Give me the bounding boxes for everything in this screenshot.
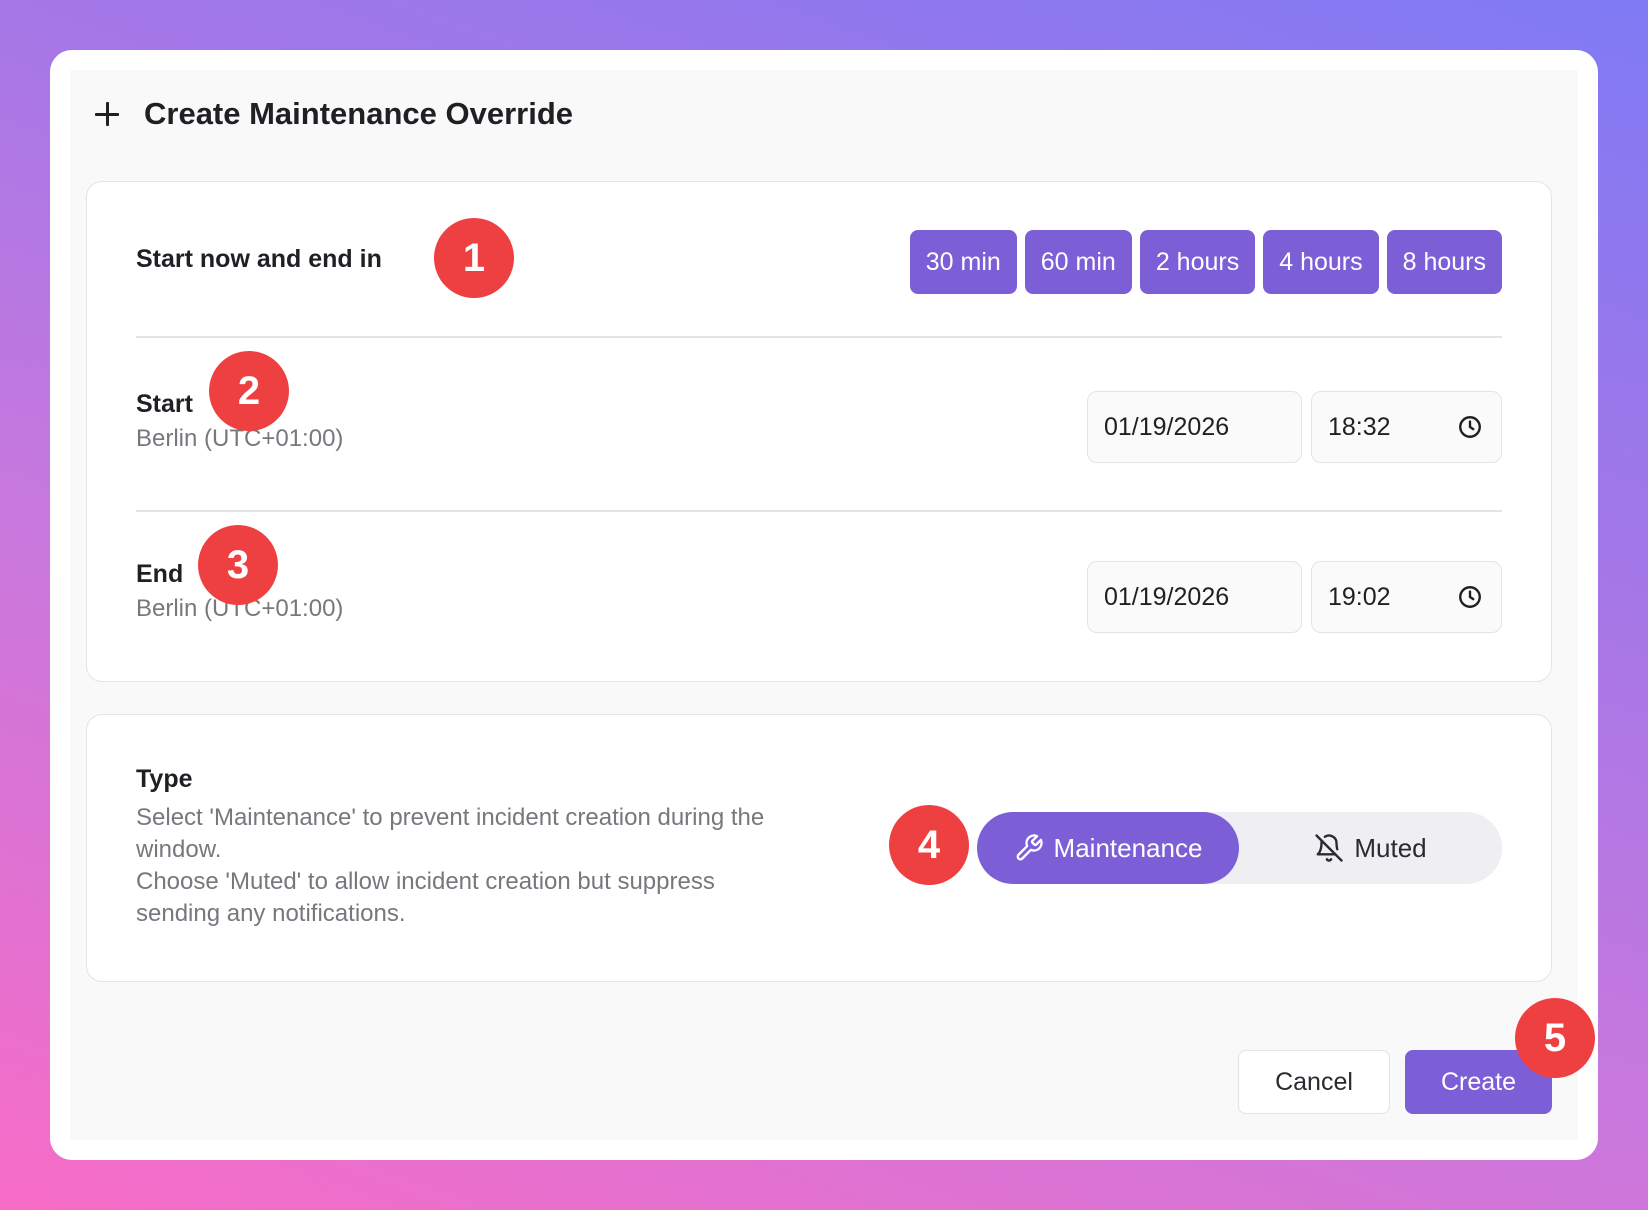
annotation-badge-1: 1 [434, 218, 514, 298]
quick-duration-label: Start now and end in [136, 245, 382, 273]
start-date-input[interactable]: 01/19/2026 [1087, 391, 1302, 463]
cancel-button[interactable]: Cancel [1238, 1050, 1390, 1114]
dialog-header: Create Maintenance Override [92, 90, 573, 138]
type-option-muted[interactable]: Muted [1239, 812, 1502, 884]
end-date-value: 01/19/2026 [1104, 582, 1230, 611]
annotation-badge-2: 2 [209, 351, 289, 431]
preset-8-hours-button[interactable]: 8 hours [1386, 230, 1502, 294]
annotation-badge-5: 5 [1515, 998, 1595, 1078]
preset-4-hours-button[interactable]: 4 hours [1263, 230, 1379, 294]
type-label: Type [136, 765, 193, 793]
type-option-maintenance[interactable]: Maintenance [977, 812, 1239, 884]
dialog-title: Create Maintenance Override [144, 96, 574, 131]
end-time-input[interactable]: 19:02 [1311, 561, 1502, 633]
end-date-input[interactable]: 01/19/2026 [1087, 561, 1302, 633]
end-time-value: 19:02 [1328, 582, 1391, 611]
preset-60-min-button[interactable]: 60 min [1024, 230, 1132, 294]
annotation-badge-3: 3 [198, 525, 278, 605]
type-toggle: Maintenance Muted [977, 812, 1502, 884]
preset-30-min-button[interactable]: 30 min [909, 230, 1017, 294]
type-description: Select 'Maintenance' to prevent incident… [136, 802, 776, 930]
clock-icon[interactable] [1457, 584, 1483, 610]
start-time-value: 18:32 [1328, 412, 1391, 441]
plus-icon [92, 99, 122, 129]
muted-label: Muted [1354, 832, 1427, 863]
divider [136, 510, 1502, 512]
duration-presets: 30 min 60 min 2 hours 4 hours 8 hours [909, 230, 1502, 294]
annotation-badge-4: 4 [889, 805, 969, 885]
preset-2-hours-button[interactable]: 2 hours [1139, 230, 1256, 294]
bell-off-icon [1315, 834, 1344, 862]
wrench-icon [1016, 834, 1043, 861]
divider [136, 336, 1502, 338]
start-date-value: 01/19/2026 [1104, 412, 1230, 441]
start-time-input[interactable]: 18:32 [1311, 391, 1502, 463]
type-description-maintenance: Select 'Maintenance' to prevent incident… [136, 804, 765, 863]
maintenance-label: Maintenance [1053, 832, 1203, 863]
clock-icon[interactable] [1457, 414, 1483, 440]
type-description-muted: Choose 'Muted' to allow incident creatio… [136, 868, 715, 927]
